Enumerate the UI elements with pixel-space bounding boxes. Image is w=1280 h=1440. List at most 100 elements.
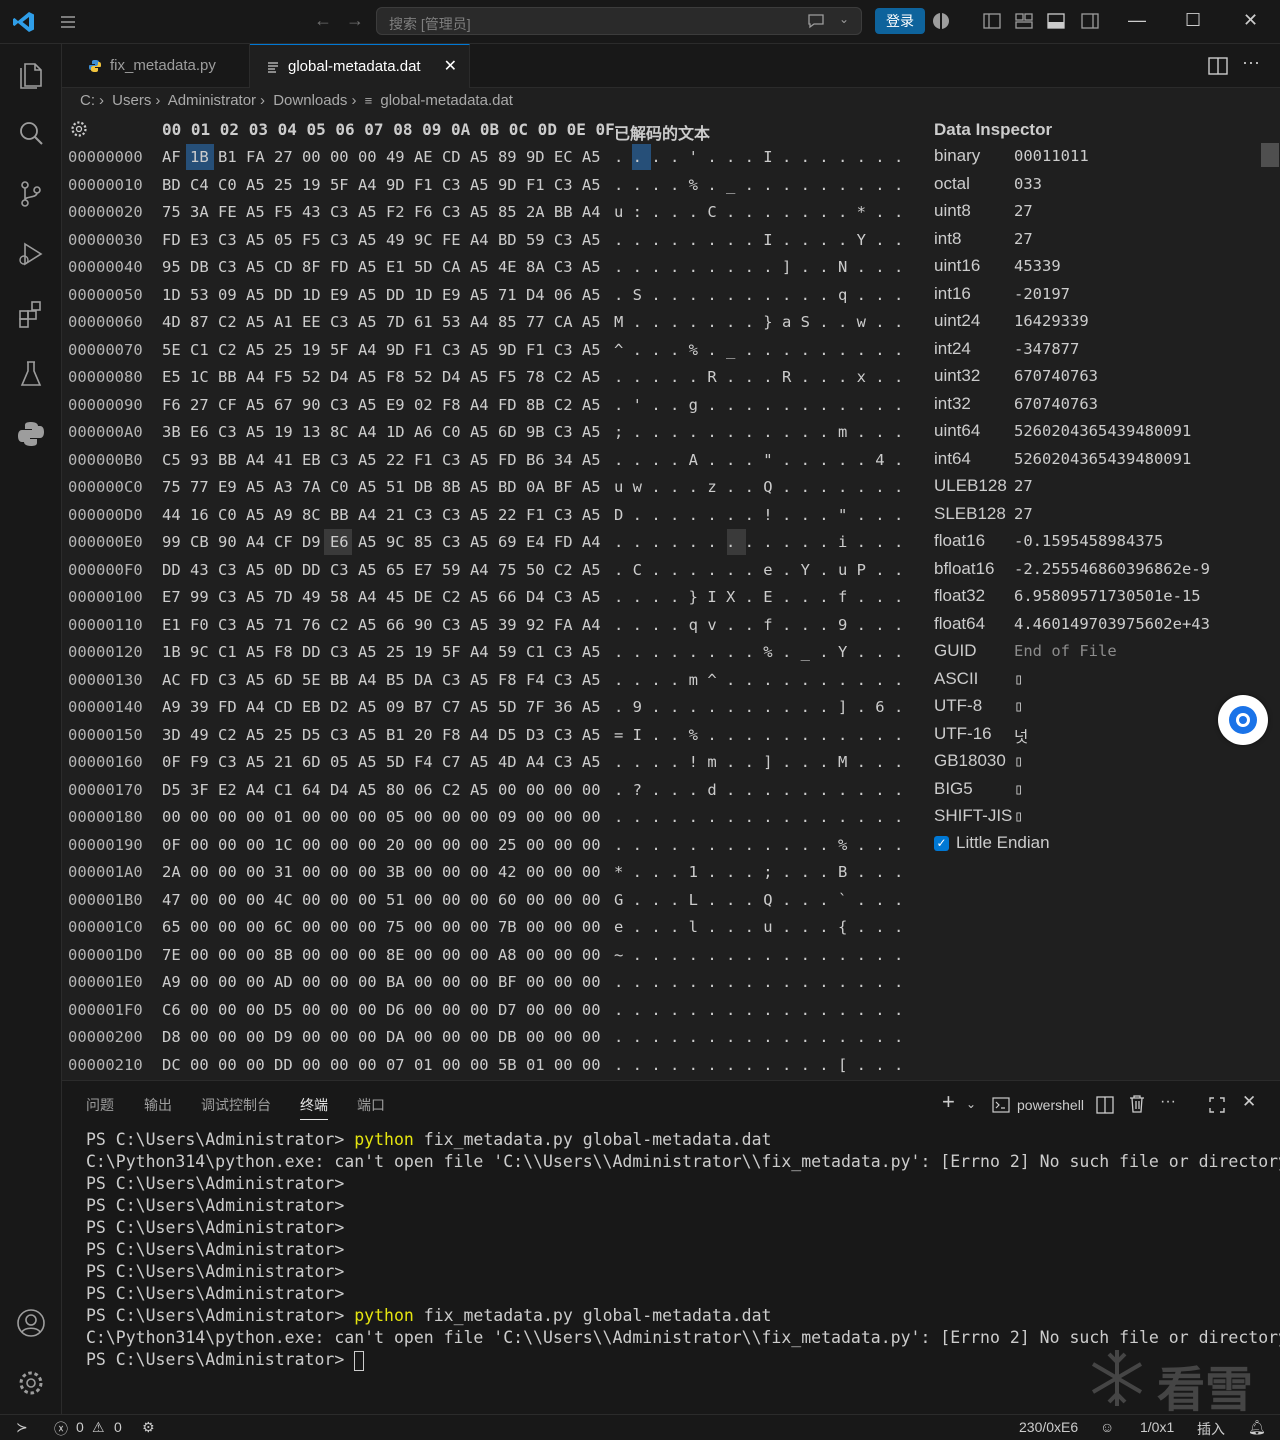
hex-bytes[interactable]: C5 93 BB A4 41 EB C3 A5 22 F1 C3 A5 FD B… — [162, 451, 601, 469]
inspector-value[interactable]: 27 — [1014, 505, 1033, 523]
login-button[interactable]: 登录 — [875, 8, 925, 34]
hex-bytes[interactable]: 2A 00 00 00 31 00 00 00 3B 00 00 00 42 0… — [162, 863, 601, 881]
decoded-text[interactable]: u : . . . C . . . . . . . * . . — [614, 203, 903, 221]
toggle-secondary-sidebar-icon[interactable] — [1080, 11, 1100, 31]
inspector-value[interactable]: ▯ — [1014, 670, 1023, 688]
decoded-text[interactable]: . . . . . . . . . . . . i . . . — [614, 533, 903, 551]
hex-bytes[interactable]: DC 00 00 00 DD 00 00 00 07 01 00 00 5B 0… — [162, 1056, 601, 1074]
explorer-icon[interactable] — [15, 58, 47, 90]
inspector-value[interactable]: 16429339 — [1014, 312, 1089, 330]
decoded-text[interactable]: D . . . . . . . ! . . . " . . . — [614, 506, 903, 524]
inspector-value[interactable]: ▯ — [1014, 780, 1023, 798]
split-terminal-icon[interactable] — [1096, 1095, 1114, 1115]
minimize-icon[interactable]: — — [1128, 10, 1146, 31]
decoded-text[interactable]: . 9 . . . . . . . . . . ] . 6 . — [614, 698, 903, 716]
hex-bytes[interactable]: E5 1C BB A4 F5 52 D4 A5 F8 52 D4 A5 F5 7… — [162, 368, 601, 386]
decoded-text[interactable]: = I . . % . . . . . . . . . . . — [614, 726, 903, 744]
decoded-text[interactable]: G . . . L . . . Q . . . ` . . . — [614, 891, 903, 909]
hex-bytes[interactable]: 0F 00 00 00 1C 00 00 00 20 00 00 00 25 0… — [162, 836, 601, 854]
hex-bytes[interactable]: 4D 87 C2 A5 A1 EE C3 A5 7D 61 53 A4 85 7… — [162, 313, 601, 331]
decoded-text[interactable]: . . . . . . . . % . _ . Y . . . — [614, 643, 903, 661]
decoded-text[interactable]: u w . . . z . . Q . . . . . . . — [614, 478, 903, 496]
error-count[interactable]: 0 — [76, 1419, 84, 1435]
tab-debug-console[interactable]: 调试控制台 — [201, 1095, 271, 1115]
decoded-text[interactable]: . . . . ' . . . I . . . . . . . — [614, 148, 903, 166]
maximize-icon[interactable]: ☐ — [1185, 10, 1201, 31]
inspector-value[interactable]: -2.255546860396862e-9 — [1014, 560, 1210, 578]
terminal-cursor[interactable] — [354, 1350, 365, 1371]
close-tab-icon[interactable]: ✕ — [444, 45, 457, 89]
hex-bytes[interactable]: 75 77 E9 A5 A3 7A C0 A5 51 DB 8B A5 BD 0… — [162, 478, 601, 496]
run-debug-icon[interactable] — [15, 238, 47, 270]
breadcrumb-item[interactable]: C: — [80, 92, 95, 109]
chevron-down-icon[interactable]: ⌄ — [839, 12, 849, 26]
copilot-status-icon[interactable]: ☺ — [1100, 1419, 1114, 1435]
hex-bytes[interactable]: AF 1B B1 FA 27 00 00 00 49 AE CD A5 89 9… — [162, 148, 601, 166]
decoded-text[interactable]: . . . . . . . . . . . . . . . . — [614, 808, 903, 826]
hex-bytes[interactable]: FD E3 C3 A5 05 F5 C3 A5 49 9C FE A4 BD 5… — [162, 231, 601, 249]
account-icon[interactable] — [15, 1307, 47, 1339]
hex-selection[interactable]: 1/0x1 — [1140, 1419, 1174, 1435]
hex-bytes[interactable]: 1B 9C C1 A5 F8 DD C3 A5 25 19 5F A4 59 C… — [162, 643, 601, 661]
insert-mode[interactable]: 插入 — [1197, 1419, 1225, 1439]
hex-bytes[interactable]: 65 00 00 00 6C 00 00 00 75 00 00 00 7B 0… — [162, 918, 601, 936]
inspector-value[interactable]: 5260204365439480091 — [1014, 450, 1191, 468]
decoded-text[interactable]: . . . . . R . . . R . . . x . . — [614, 368, 903, 386]
toggle-panel-icon[interactable] — [1046, 11, 1066, 31]
command-center-search[interactable]: 搜索 [管理员] ⌄ — [376, 7, 862, 35]
hex-offset[interactable]: 230/0xE6 — [1019, 1419, 1078, 1435]
hex-bytes[interactable]: 99 CB 90 A4 CF D9 E6 A5 9C 85 C3 A5 69 E… — [162, 533, 601, 551]
decoded-text[interactable]: ~ . . . . . . . . . . . . . . . — [614, 946, 903, 964]
hex-bytes[interactable]: F6 27 CF A5 67 90 C3 A5 E9 02 F8 A4 FD 8… — [162, 396, 601, 414]
decoded-text[interactable]: . . . . . . . . I . . . . Y . . — [614, 231, 903, 249]
decoded-text[interactable]: . . . . } I X . E . . . f . . . — [614, 588, 903, 606]
inspector-value[interactable]: -20197 — [1014, 285, 1070, 303]
decoded-text[interactable]: ^ . . . % . _ . . . . . . . . . — [614, 341, 903, 359]
hex-bytes[interactable]: D5 3F E2 A4 C1 64 D4 A5 80 06 C2 A5 00 0… — [162, 781, 601, 799]
inspector-value[interactable]: 6.95809571730501e-15 — [1014, 587, 1201, 605]
extensions-icon[interactable] — [15, 298, 47, 330]
menu-icon[interactable] — [58, 12, 78, 32]
breadcrumb-item[interactable]: Users — [112, 92, 151, 109]
copilot-icon[interactable] — [931, 11, 951, 31]
decoded-text[interactable]: . . . . A . . . " . . . . . 4 . — [614, 451, 903, 469]
decoded-text[interactable]: . . . . m ^ . . . . . . . . . . — [614, 671, 903, 689]
inspector-value[interactable]: 27 — [1014, 202, 1033, 220]
inspector-value[interactable]: 670740763 — [1014, 367, 1098, 385]
warning-icon[interactable]: ⚠ — [92, 1419, 105, 1436]
decoded-text[interactable]: M . . . . . . . } a S . . w . . — [614, 313, 903, 331]
decoded-text[interactable]: . . . . ! m . . ] . . . M . . . — [614, 753, 903, 771]
more-actions-icon[interactable]: ··· — [1242, 52, 1260, 73]
decoded-text[interactable]: ; . . . . . . . . . . . m . . . — [614, 423, 903, 441]
hex-bytes[interactable]: 3B E6 C3 A5 19 13 8C A4 1D A6 C0 A5 6D 9… — [162, 423, 601, 441]
manage-gear-icon[interactable] — [15, 1367, 47, 1399]
hex-bytes[interactable]: 7E 00 00 00 8B 00 00 00 8E 00 00 00 A8 0… — [162, 946, 601, 964]
trash-icon[interactable] — [1128, 1094, 1146, 1114]
inspector-value[interactable]: -347877 — [1014, 340, 1079, 358]
decoded-text[interactable]: . . . . . . . . . . . . . . . . — [614, 973, 903, 991]
hex-bytes[interactable]: A9 39 FD A4 CD EB D2 A5 09 B7 C7 A5 5D 7… — [162, 698, 601, 716]
breadcrumb-item[interactable]: Administrator — [168, 92, 256, 109]
remote-icon[interactable]: ≻ — [16, 1419, 28, 1436]
hex-bytes[interactable]: C6 00 00 00 D5 00 00 00 D6 00 00 00 D7 0… — [162, 1001, 601, 1019]
inspector-value[interactable]: 670740763 — [1014, 395, 1098, 413]
decoded-text[interactable]: . ' . . g . . . . . . . . . . . — [614, 396, 903, 414]
inspector-value[interactable]: -0.1595458984375 — [1014, 532, 1163, 550]
hex-bytes[interactable]: E1 F0 C3 A5 71 76 C2 A5 66 90 C3 A5 39 9… — [162, 616, 601, 634]
decoded-text[interactable]: . . . . . . . . . ] . . N . . . — [614, 258, 903, 276]
inspector-value[interactable]: End of File — [1014, 642, 1117, 660]
decoded-text[interactable]: . . . . . . . . . . . . [ . . . — [614, 1056, 903, 1074]
errors-icon[interactable]: ⓧ — [54, 1419, 68, 1439]
hex-bytes[interactable]: BD C4 C0 A5 25 19 5F A4 9D F1 C3 A5 9D F… — [162, 176, 601, 194]
inspector-value[interactable]: 45339 — [1014, 257, 1061, 275]
inspector-value[interactable]: ▯ — [1014, 697, 1023, 715]
decoded-text[interactable]: . ? . . . d . . . . . . . . . . — [614, 781, 903, 799]
decoded-text[interactable]: . . . . % . _ . . . . . . . . . — [614, 176, 903, 194]
close-window-icon[interactable]: ✕ — [1243, 10, 1258, 31]
inspector-value[interactable]: 00011011 — [1014, 147, 1089, 165]
new-terminal-plus-icon[interactable]: + — [942, 1089, 955, 1114]
tab-terminal[interactable]: 终端 — [300, 1095, 328, 1120]
maximize-panel-icon[interactable] — [1208, 1095, 1226, 1115]
terminal-output[interactable]: PS C:\Users\Administrator> python fix_me… — [86, 1129, 1280, 1371]
inspector-value[interactable]: 27 — [1014, 477, 1033, 495]
